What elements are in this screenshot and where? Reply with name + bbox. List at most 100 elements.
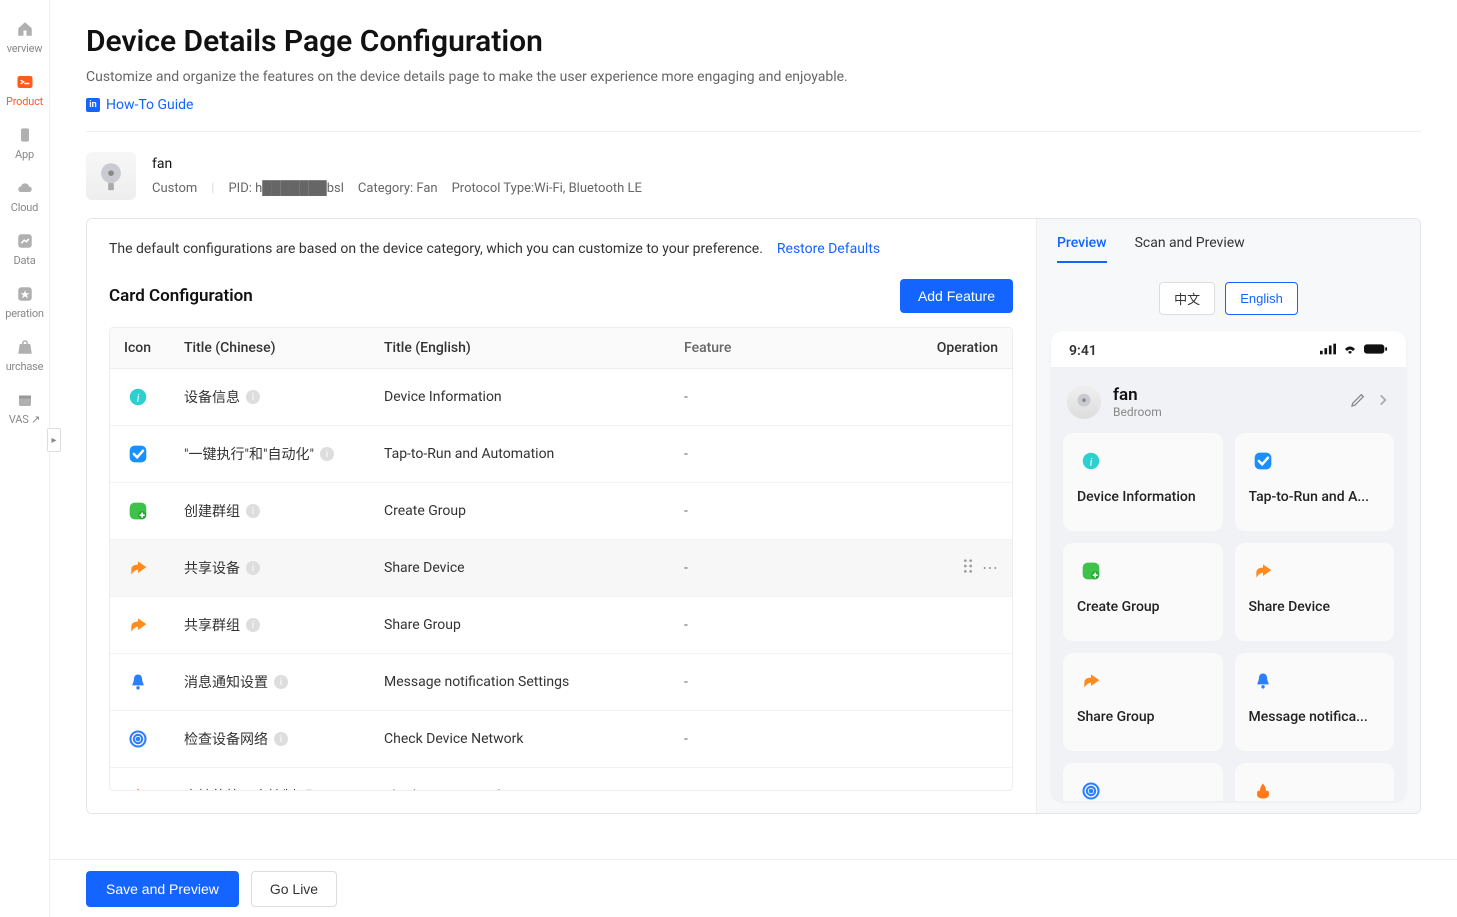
fan-icon (94, 159, 128, 193)
sidebar-item-peration[interactable]: peration (1, 277, 49, 330)
row-title-cn: 共享设备 (184, 558, 240, 578)
row-title-cn: 消息通知设置 (184, 672, 268, 692)
table-row[interactable]: 创建群组iCreate Group- (110, 483, 1012, 540)
table-row[interactable]: 支持的第三方控制iThird-party Control- (110, 768, 1012, 790)
info-chip-icon[interactable]: i (274, 732, 288, 746)
flame-icon (124, 782, 152, 790)
guide-icon: in (86, 98, 100, 112)
preview-card[interactable] (1063, 763, 1223, 801)
chevron-right-icon[interactable] (1376, 392, 1390, 412)
cloud-icon (16, 179, 34, 197)
row-feature: - (684, 560, 928, 576)
info-chip-icon[interactable]: i (246, 618, 260, 632)
th-operation: Operation (928, 340, 998, 356)
divider (86, 131, 1421, 132)
table-row[interactable]: 共享设备iShare Device-⋯ (110, 540, 1012, 597)
row-title-en: Tap-to-Run and Automation (384, 446, 684, 462)
row-feature: - (684, 446, 928, 462)
product-pid: PID: h███████bsl (228, 180, 343, 196)
sidebar-item-label: verview (7, 42, 43, 55)
signal-icon (1320, 343, 1336, 359)
sidebar-item-app[interactable]: App (1, 118, 49, 171)
row-feature: - (684, 617, 928, 633)
info-chip-icon[interactable]: i (246, 390, 260, 404)
check-icon (124, 440, 152, 468)
phone-room: Bedroom (1113, 405, 1162, 419)
table-row[interactable]: i设备信息iDevice Information- (110, 369, 1012, 426)
page-description: Customize and organize the features on t… (86, 69, 1421, 85)
lang-cn-button[interactable]: 中文 (1159, 282, 1215, 315)
table-row[interactable]: 检查设备网络iCheck Device Network- (110, 711, 1012, 768)
bell-icon (1249, 667, 1277, 695)
row-title-cn: "一键执行"和"自动化" (184, 444, 314, 464)
preview-card[interactable]: Message notifica... (1235, 653, 1395, 751)
phone-preview: 9:41 (1051, 331, 1406, 801)
drag-icon[interactable] (962, 558, 974, 578)
sidebar-collapse[interactable]: ▸ (47, 428, 61, 452)
phone-product-avatar (1067, 385, 1101, 419)
check-icon (1249, 447, 1277, 475)
info-chip-icon[interactable]: i (246, 561, 260, 575)
sidebar-item-label: VAS ↗ (9, 413, 40, 426)
bell-icon (124, 668, 152, 696)
sidebar: verview Product App Cloud Data perationurchas… (0, 0, 50, 917)
add-feature-button[interactable]: Add Feature (900, 279, 1013, 313)
th-title-en: Title (English) (384, 340, 684, 356)
info-chip-icon[interactable]: i (246, 504, 260, 518)
row-feature: - (684, 503, 928, 519)
product-name: fan (152, 156, 642, 172)
info-chip-icon[interactable]: i (302, 789, 316, 790)
main: Device Details Page Configuration Custom… (50, 0, 1457, 917)
tab-preview[interactable]: Preview (1057, 235, 1107, 263)
restore-defaults-link[interactable]: Restore Defaults (777, 241, 880, 257)
preview-card-label: Message notifica... (1249, 709, 1381, 725)
preview-card[interactable]: Tap-to-Run and A... (1235, 433, 1395, 531)
preview-card[interactable]: Share Group (1063, 653, 1223, 751)
row-title-cn: 检查设备网络 (184, 729, 268, 749)
lang-en-button[interactable]: English (1225, 282, 1298, 315)
battery-icon (1364, 343, 1388, 359)
bag-icon (16, 338, 34, 356)
sidebar-item-data[interactable]: Data (1, 224, 49, 277)
row-feature: - (684, 674, 928, 690)
sidebar-item-urchase[interactable]: urchase (1, 330, 49, 383)
more-icon[interactable]: ⋯ (982, 558, 998, 578)
row-title-cn: 共享群组 (184, 615, 240, 635)
page-title: Device Details Page Configuration (86, 24, 1421, 59)
phone-status-icons (1320, 343, 1388, 359)
table-row[interactable]: 共享群组iShare Group- (110, 597, 1012, 654)
star-icon (16, 285, 34, 303)
row-title-en: Check Device Network (384, 731, 684, 747)
card-config-title: Card Configuration (109, 286, 253, 306)
phone-icon (16, 126, 34, 144)
sidebar-item-product[interactable]: Product (1, 65, 49, 118)
sidebar-item-label: Data (14, 254, 36, 267)
th-title-cn: Title (Chinese) (184, 340, 384, 356)
share-icon (1077, 667, 1105, 695)
preview-card[interactable] (1235, 763, 1395, 801)
table-row[interactable]: 消息通知设置iMessage notification Settings- (110, 654, 1012, 711)
sidebar-item-verview[interactable]: verview (1, 12, 49, 65)
howto-guide-link[interactable]: in How-To Guide (86, 97, 193, 113)
row-title-en: Create Group (384, 503, 684, 519)
product-meta: Custom | PID: h███████bsl Category: Fan … (152, 180, 642, 196)
sidebar-item-vas[interactable]: VAS ↗ (1, 383, 49, 436)
phone-product-name: fan (1113, 385, 1162, 405)
preview-card-label: Create Group (1077, 599, 1209, 615)
preview-card[interactable]: Create Group (1063, 543, 1223, 641)
preview-card[interactable]: Share Device (1235, 543, 1395, 641)
sidebar-item-label: App (15, 148, 34, 161)
go-live-button[interactable]: Go Live (251, 871, 337, 907)
card-table: Icon Title (Chinese) Title (English) Fea… (109, 327, 1013, 791)
save-preview-button[interactable]: Save and Preview (86, 871, 239, 907)
info-chip-icon[interactable]: i (320, 447, 334, 461)
sidebar-item-cloud[interactable]: Cloud (1, 171, 49, 224)
edit-icon[interactable] (1350, 392, 1366, 412)
tab-scan-preview[interactable]: Scan and Preview (1135, 235, 1245, 263)
row-title-en: Device Information (384, 389, 684, 405)
table-row[interactable]: "一键执行"和"自动化" i Tap-to-Run and Automation- (110, 426, 1012, 483)
info-chip-icon[interactable]: i (274, 675, 288, 689)
preview-card[interactable]: iDevice Information (1063, 433, 1223, 531)
chart-icon (16, 232, 34, 250)
group-icon (124, 497, 152, 525)
